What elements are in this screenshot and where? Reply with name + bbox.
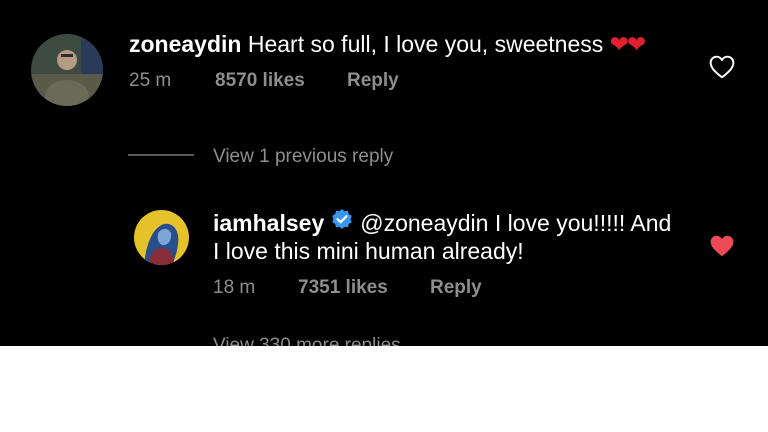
avatar-zoneaydin[interactable] (31, 34, 103, 106)
comment-2-text-line-1: I love you!!!!! And (488, 210, 672, 236)
comments-panel: zoneaydin Heart so full, I love you, swe… (0, 0, 768, 346)
comment-1-body: zoneaydin Heart so full, I love you, swe… (129, 30, 647, 58)
comment-2-reply-button[interactable]: Reply (430, 276, 482, 300)
avatar-iamhalsey[interactable] (134, 210, 189, 265)
comment-1-reply-button[interactable]: Reply (347, 69, 399, 93)
comment-2-meta: 18 m 7351 likes Reply (213, 276, 513, 300)
comment-2-text-line-2: I love this mini human already! (213, 238, 524, 264)
comment-1-time: 25 m (129, 70, 172, 91)
comment-2-mention-link[interactable]: @zoneaydin (360, 210, 488, 236)
comment-2-username[interactable]: iamhalsey (213, 210, 324, 236)
comment-1-text: Heart so full, I love you, sweetness (247, 31, 604, 57)
replies-divider (128, 154, 194, 156)
comment-2-line-1: iamhalsey @zoneaydin I love you!!!!! And (213, 208, 672, 240)
heart-filled-icon[interactable] (709, 234, 735, 258)
view-more-replies-button[interactable]: View 330 more replies (213, 334, 401, 346)
heart-outline-icon[interactable] (709, 55, 735, 79)
view-previous-replies-button[interactable]: View 1 previous reply (213, 145, 393, 169)
red-heart-emoji-icon: ❤❤ (609, 31, 647, 57)
comment-2-time: 18 m (213, 277, 256, 298)
verified-badge-icon (330, 208, 354, 238)
comment-1-username[interactable]: zoneaydin (129, 31, 241, 57)
comment-1-meta: 25 m 8570 likes Reply (129, 69, 429, 93)
comment-1-likes[interactable]: 8570 likes (215, 69, 305, 93)
comment-2-likes[interactable]: 7351 likes (298, 276, 388, 300)
